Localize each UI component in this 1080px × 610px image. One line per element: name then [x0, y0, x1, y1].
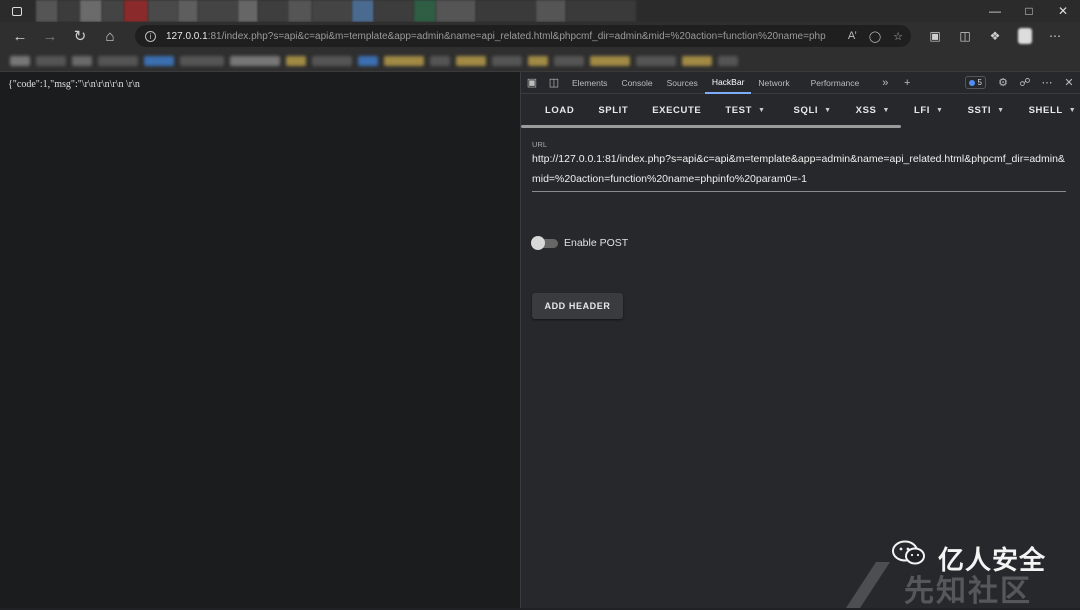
favorites-bar[interactable]: [0, 50, 1080, 72]
devtools-panel: ▣ ◫ Elements Console Sources HackBar Net…: [520, 72, 1080, 608]
test-label: TEST: [725, 104, 753, 116]
address-url: 127.0.0.1:81/index.php?s=api&c=api&m=tem…: [166, 31, 826, 42]
issue-dot-icon: [968, 79, 975, 86]
menu-scrollbar[interactable]: [521, 125, 901, 128]
url-field-label: URL: [532, 140, 548, 149]
shell-label: SHELL: [1028, 104, 1063, 116]
chevron-down-icon: ▼: [882, 106, 890, 114]
watermark: 亿人安全 先知社区: [846, 536, 1080, 608]
profile-avatar[interactable]: [1010, 28, 1040, 44]
split-button[interactable]: SPLIT: [586, 105, 640, 116]
tab-performance[interactable]: Performance: [797, 72, 867, 94]
favorite-add-icon[interactable]: ☆: [893, 30, 903, 43]
chevron-down-icon: ▼: [758, 106, 766, 114]
enable-post-label: Enable POST: [564, 237, 629, 249]
load-label: LOAD: [545, 104, 575, 116]
lfi-label: LFI: [914, 104, 931, 116]
chevron-down-icon: ▼: [997, 106, 1005, 114]
test-dropdown[interactable]: TEST ▼: [713, 105, 777, 116]
response-body: {"code":1,"msg":"\r\n\r\n\r\n \r\n: [8, 79, 140, 90]
tab-sources[interactable]: Sources: [660, 72, 705, 94]
sqli-label: SQLI: [793, 104, 819, 116]
home-icon[interactable]: ⌂: [95, 22, 125, 50]
hackbar-menu: LOAD SPLIT EXECUTE TEST ▼ SQLI ▼ XSS ▼ LFI ▼…: [521, 94, 1080, 126]
devtools-tab-bar: ▣ ◫ Elements Console Sources HackBar Net…: [521, 72, 1080, 94]
tab-actions-icon[interactable]: [12, 6, 22, 16]
customize-icon[interactable]: ☍: [1014, 72, 1036, 94]
xianzhi-logo-icon: [846, 562, 890, 608]
back-icon[interactable]: ←: [5, 22, 35, 50]
ssti-dropdown[interactable]: SSTI ▼: [956, 105, 1017, 116]
tab-elements[interactable]: Elements: [565, 72, 614, 94]
more-menu-icon[interactable]: ⋯: [1040, 29, 1070, 43]
devtools-more-icon[interactable]: ⋯: [1036, 72, 1058, 94]
close-window-button[interactable]: ✕: [1046, 0, 1080, 22]
chevron-down-icon: ▼: [1068, 106, 1077, 114]
issues-count: 5: [977, 78, 982, 87]
title-bar: — □ ✕: [0, 0, 1080, 22]
load-button[interactable]: LOAD: [533, 105, 586, 116]
lfi-dropdown[interactable]: LFI ▼: [902, 105, 956, 116]
shell-dropdown[interactable]: SHELL ▼: [1017, 105, 1080, 116]
close-devtools-icon[interactable]: ✕: [1058, 72, 1080, 94]
forward-icon[interactable]: →: [35, 22, 65, 50]
read-aloud-icon[interactable]: A’: [848, 30, 857, 42]
split-label: SPLIT: [598, 104, 629, 116]
chevron-down-icon: ▼: [824, 106, 832, 114]
tracking-prevention-icon[interactable]: ◯: [869, 30, 881, 43]
split-screen-icon[interactable]: ▣: [920, 29, 950, 43]
tab-strip[interactable]: [36, 0, 636, 22]
browser-toolbar: ← → ↻ ⌂ i 127.0.0.1:81/index.php?s=api&c…: [0, 22, 1080, 50]
collections-icon[interactable]: ◫: [950, 29, 980, 43]
tab-network[interactable]: Network: [751, 72, 796, 94]
maximize-button[interactable]: □: [1012, 0, 1046, 22]
issues-badge[interactable]: 5: [964, 76, 986, 89]
tab-console[interactable]: Console: [614, 72, 659, 94]
more-tabs-icon[interactable]: »: [874, 72, 896, 94]
add-header-button[interactable]: ADD HEADER: [532, 293, 623, 319]
add-tab-icon[interactable]: +: [896, 72, 918, 94]
device-emulation-icon[interactable]: ◫: [543, 72, 565, 94]
url-path: :81/index.php?s=api&c=api&m=template&app…: [207, 30, 826, 42]
wechat-icon: [892, 540, 925, 565]
enable-post-toggle[interactable]: [531, 235, 558, 250]
url-host: 127.0.0.1: [166, 30, 208, 42]
execute-label: EXECUTE: [652, 104, 702, 116]
ssti-label: SSTI: [967, 104, 992, 116]
execute-button[interactable]: EXECUTE: [640, 105, 713, 116]
chevron-down-icon: ▼: [936, 106, 944, 114]
inspect-icon[interactable]: ▣: [521, 72, 543, 94]
sqli-dropdown[interactable]: SQLI ▼: [782, 105, 844, 116]
minimize-button[interactable]: —: [978, 0, 1012, 22]
refresh-icon[interactable]: ↻: [65, 22, 95, 50]
tab-hackbar[interactable]: HackBar: [704, 72, 752, 94]
xss-dropdown[interactable]: XSS ▼: [844, 105, 902, 116]
extensions-icon[interactable]: ❖: [980, 29, 1010, 43]
url-textarea[interactable]: http://127.0.0.1:81/index.php?s=api&c=ap…: [532, 149, 1066, 192]
address-bar[interactable]: i 127.0.0.1:81/index.php?s=api&c=api&m=t…: [135, 25, 911, 47]
page-content: {"code":1,"msg":"\r\n\r\n\r\n \r\n: [0, 72, 520, 608]
site-info-icon[interactable]: i: [145, 30, 156, 42]
xss-label: XSS: [855, 104, 877, 116]
settings-gear-icon[interactable]: ⚙: [992, 72, 1014, 94]
watermark-site: 先知社区: [904, 575, 1032, 608]
enable-post-row: Enable POST: [531, 235, 629, 250]
